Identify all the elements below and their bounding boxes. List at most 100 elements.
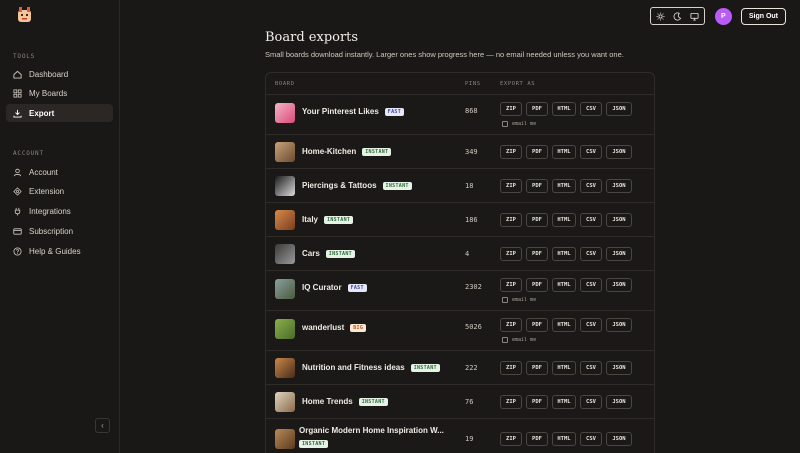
- export-pdf-button[interactable]: PDF: [526, 213, 548, 227]
- export-pdf-button[interactable]: PDF: [526, 102, 548, 116]
- sidebar-item-integrations[interactable]: Integrations: [6, 202, 113, 220]
- export-pdf-button[interactable]: PDF: [526, 318, 548, 332]
- export-html-button[interactable]: HTML: [552, 432, 576, 446]
- export-zip-button[interactable]: ZIP: [500, 179, 522, 193]
- sidebar-item-label: Extension: [29, 186, 65, 196]
- checkbox-icon[interactable]: [502, 121, 508, 127]
- email-me-checkbox[interactable]: email me: [502, 121, 536, 127]
- export-html-button[interactable]: HTML: [552, 318, 576, 332]
- board-name-text: Italy: [302, 215, 319, 224]
- sidebar-item-my-boards[interactable]: My Boards: [6, 84, 113, 102]
- table-row: Cars INSTANT 4 ZIP PDF HTML CSV JSON: [266, 237, 654, 271]
- board-name[interactable]: Cars INSTANT: [302, 249, 355, 258]
- export-pdf-button[interactable]: PDF: [526, 361, 548, 375]
- export-json-button[interactable]: JSON: [606, 213, 632, 227]
- export-html-button[interactable]: HTML: [552, 213, 576, 227]
- board-name[interactable]: IQ Curator FAST: [302, 283, 367, 292]
- export-csv-button[interactable]: CSV: [580, 247, 602, 261]
- board-thumbnail: [275, 392, 295, 412]
- export-html-button[interactable]: HTML: [552, 247, 576, 261]
- export-csv-button[interactable]: CSV: [580, 318, 602, 332]
- export-pdf-button[interactable]: PDF: [526, 395, 548, 409]
- export-html-button[interactable]: HTML: [552, 145, 576, 159]
- export-zip-button[interactable]: ZIP: [500, 432, 522, 446]
- export-json-button[interactable]: JSON: [606, 102, 632, 116]
- export-zip-button[interactable]: ZIP: [500, 213, 522, 227]
- export-buttons: ZIP PDF HTML CSV JSON: [500, 278, 636, 292]
- user-icon: [13, 168, 22, 176]
- theme-dark-button[interactable]: [669, 9, 686, 23]
- table-header: BOARD PINS EXPORT AS: [266, 73, 654, 95]
- board-name[interactable]: Home-Kitchen INSTANT: [302, 147, 392, 156]
- export-json-button[interactable]: JSON: [606, 278, 632, 292]
- checkbox-icon[interactable]: [502, 297, 508, 303]
- export-zip-button[interactable]: ZIP: [500, 361, 522, 375]
- speed-badge: BIG: [350, 323, 367, 332]
- export-pdf-button[interactable]: PDF: [526, 145, 548, 159]
- board-name[interactable]: Piercings & Tattoos INSTANT: [302, 181, 412, 190]
- export-pdf-button[interactable]: PDF: [526, 432, 548, 446]
- speed-badge: INSTANT: [358, 397, 388, 406]
- sidebar-item-label: My Boards: [29, 88, 68, 98]
- export-json-button[interactable]: JSON: [606, 395, 632, 409]
- theme-system-button[interactable]: [686, 9, 703, 23]
- export-zip-button[interactable]: ZIP: [500, 395, 522, 409]
- export-html-button[interactable]: HTML: [552, 179, 576, 193]
- sign-out-button[interactable]: Sign Out: [740, 7, 786, 25]
- email-me-checkbox[interactable]: email me: [502, 297, 536, 303]
- board-name[interactable]: Your Pinterest Likes FAST: [302, 107, 405, 116]
- export-json-button[interactable]: JSON: [606, 432, 632, 446]
- export-json-button[interactable]: JSON: [606, 318, 632, 332]
- export-zip-button[interactable]: ZIP: [500, 145, 522, 159]
- board-name[interactable]: Organic Modern Home Inspiration W...: [299, 426, 444, 435]
- board-name-text: Piercings & Tattoos: [302, 181, 377, 190]
- board-name[interactable]: Nutrition and Fitness ideas INSTANT: [302, 363, 440, 372]
- sidebar-item-help[interactable]: Help & Guides: [6, 242, 113, 260]
- board-name[interactable]: Italy INSTANT: [302, 215, 354, 224]
- export-html-button[interactable]: HTML: [552, 102, 576, 116]
- export-html-button[interactable]: HTML: [552, 278, 576, 292]
- export-csv-button[interactable]: CSV: [580, 395, 602, 409]
- export-csv-button[interactable]: CSV: [580, 213, 602, 227]
- board-name[interactable]: Home Trends INSTANT: [302, 397, 388, 406]
- theme-light-button[interactable]: [652, 9, 669, 23]
- pin-count: 76: [465, 398, 474, 406]
- pin-count: 186: [465, 216, 478, 224]
- export-zip-button[interactable]: ZIP: [500, 247, 522, 261]
- export-zip-button[interactable]: ZIP: [500, 318, 522, 332]
- export-html-button[interactable]: HTML: [552, 395, 576, 409]
- exports-table: BOARD PINS EXPORT AS Your Pinterest Like…: [265, 72, 655, 453]
- export-pdf-button[interactable]: PDF: [526, 247, 548, 261]
- export-json-button[interactable]: JSON: [606, 361, 632, 375]
- export-csv-button[interactable]: CSV: [580, 102, 602, 116]
- sidebar-item-dashboard[interactable]: Dashboard: [6, 65, 113, 83]
- export-json-button[interactable]: JSON: [606, 247, 632, 261]
- export-pdf-button[interactable]: PDF: [526, 179, 548, 193]
- sidebar-item-extension[interactable]: Extension: [6, 182, 113, 200]
- export-zip-button[interactable]: ZIP: [500, 278, 522, 292]
- export-csv-button[interactable]: CSV: [580, 361, 602, 375]
- sidebar-item-subscription[interactable]: Subscription: [6, 222, 113, 240]
- section-label-account: ACCOUNT: [13, 150, 44, 157]
- export-pdf-button[interactable]: PDF: [526, 278, 548, 292]
- export-csv-button[interactable]: CSV: [580, 278, 602, 292]
- speed-badge: INSTANT: [410, 363, 440, 372]
- export-zip-button[interactable]: ZIP: [500, 102, 522, 116]
- export-json-button[interactable]: JSON: [606, 145, 632, 159]
- export-csv-button[interactable]: CSV: [580, 145, 602, 159]
- board-name[interactable]: wanderlust BIG: [302, 323, 367, 332]
- pin-count: 2302: [465, 283, 482, 291]
- sun-icon: [656, 11, 665, 21]
- export-json-button[interactable]: JSON: [606, 179, 632, 193]
- export-csv-button[interactable]: CSV: [580, 179, 602, 193]
- email-me-checkbox[interactable]: email me: [502, 337, 536, 343]
- avatar[interactable]: P: [714, 7, 732, 25]
- collapse-sidebar-button[interactable]: ‹: [95, 418, 110, 433]
- checkbox-icon[interactable]: [502, 337, 508, 343]
- export-html-button[interactable]: HTML: [552, 361, 576, 375]
- export-buttons: ZIP PDF HTML CSV JSON: [500, 318, 636, 332]
- export-csv-button[interactable]: CSV: [580, 432, 602, 446]
- sidebar-item-account[interactable]: Account: [6, 163, 113, 181]
- sidebar-item-export[interactable]: Export: [6, 104, 113, 122]
- download-icon: [13, 109, 22, 118]
